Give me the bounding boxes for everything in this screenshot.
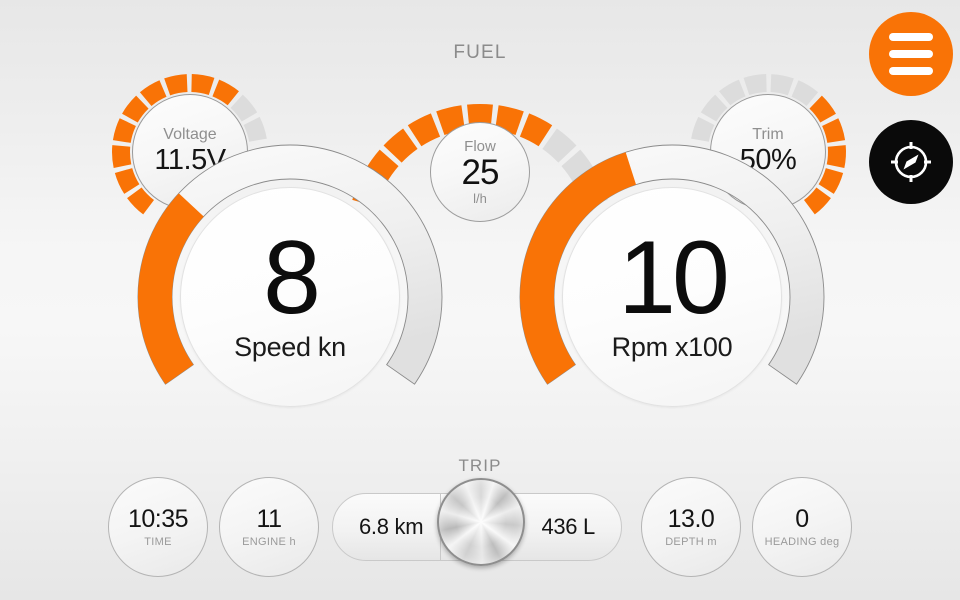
flow-subgauge: Flow 25 l/h: [430, 122, 530, 222]
trip-title: TRIP: [458, 456, 502, 475]
compass-glyph: [891, 142, 931, 182]
depth-gauge: 13.0 DEPTH m: [641, 477, 741, 577]
time-gauge: 10:35 TIME: [108, 477, 208, 577]
rpm-label: Rpm x100: [611, 332, 733, 363]
time-unit: TIME: [144, 536, 172, 549]
heading-unit: HEADING deg: [764, 536, 840, 549]
menu-bar-2: [889, 50, 933, 58]
trip-fuel-value: 436 L: [541, 514, 595, 539]
dashboard-root: FUEL Flow 25 l/h Voltage 11.5V Trim 50% …: [0, 0, 960, 600]
rpm-gauge: 10 Rpm x100: [517, 142, 827, 452]
hamburger-menu-icon[interactable]: [869, 12, 953, 96]
speed-gauge: 8 Speed kn: [135, 142, 445, 452]
fuel-title: FUEL: [453, 42, 507, 63]
trip-reset-knob[interactable]: [437, 478, 525, 566]
menu-bar-1: [889, 33, 933, 41]
time-value: 10:35: [127, 504, 189, 533]
depth-value: 13.0: [667, 504, 715, 533]
speed-value: 8: [263, 219, 321, 336]
flow-value: 25: [461, 152, 500, 192]
rpm-value: 10: [618, 219, 730, 336]
engine-hours-value: 11: [256, 504, 282, 533]
rpm-face: 10 Rpm x100: [562, 187, 782, 407]
engine-hours-gauge: 11 ENGINE h: [219, 477, 319, 577]
speed-face: 8 Speed kn: [180, 187, 400, 407]
speed-label: Speed kn: [234, 332, 346, 363]
depth-unit: DEPTH m: [665, 536, 717, 549]
heading-gauge: 0 HEADING deg: [752, 477, 852, 577]
compass-icon[interactable]: [869, 120, 953, 204]
menu-bar-3: [889, 67, 933, 75]
trip-distance-value: 6.8 km: [359, 514, 424, 539]
engine-hours-unit: ENGINE h: [242, 536, 296, 549]
heading-value: 0: [795, 504, 809, 533]
flow-unit: l/h: [473, 191, 487, 207]
